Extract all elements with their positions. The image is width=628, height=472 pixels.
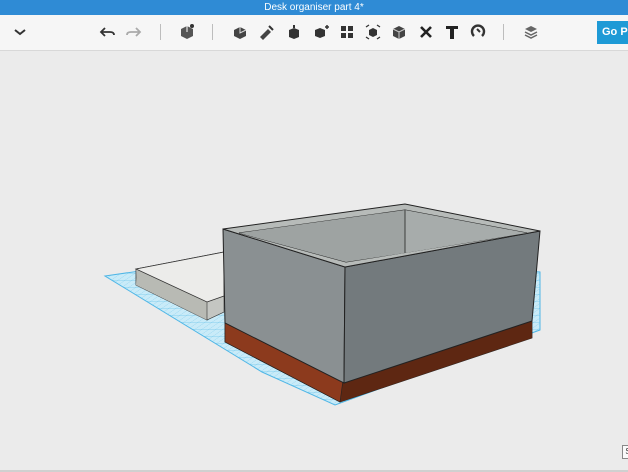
measure-icon[interactable] bbox=[388, 21, 410, 43]
delete-icon[interactable] bbox=[415, 21, 437, 43]
toolbar-separator bbox=[160, 24, 161, 40]
construct-icon[interactable] bbox=[256, 21, 278, 43]
undo-icon[interactable] bbox=[97, 21, 119, 43]
pattern-icon[interactable] bbox=[310, 21, 332, 43]
view-settings-button[interactable]: S bbox=[622, 445, 628, 459]
scene-canvas bbox=[103, 203, 541, 406]
window-title-bar: Desk organiser part 4* bbox=[0, 0, 628, 15]
window-title: Desk organiser part 4* bbox=[264, 2, 364, 13]
3d-viewport[interactable] bbox=[0, 51, 628, 472]
sketch-icon[interactable] bbox=[229, 21, 251, 43]
main-toolbar: Go Pr bbox=[0, 15, 628, 51]
material-icon[interactable] bbox=[520, 21, 542, 43]
grouping-icon[interactable] bbox=[336, 21, 358, 43]
snap-icon[interactable] bbox=[467, 21, 489, 43]
text-icon[interactable] bbox=[441, 21, 463, 43]
redo-icon[interactable] bbox=[122, 21, 144, 43]
toolbar-separator bbox=[212, 24, 213, 40]
combine-icon[interactable] bbox=[362, 21, 384, 43]
modify-icon[interactable] bbox=[283, 21, 305, 43]
go-pro-button[interactable]: Go Pr bbox=[597, 21, 628, 44]
toolbar-separator bbox=[503, 24, 504, 40]
primitives-icon[interactable] bbox=[176, 21, 198, 43]
chevron-down-icon[interactable] bbox=[9, 21, 31, 43]
